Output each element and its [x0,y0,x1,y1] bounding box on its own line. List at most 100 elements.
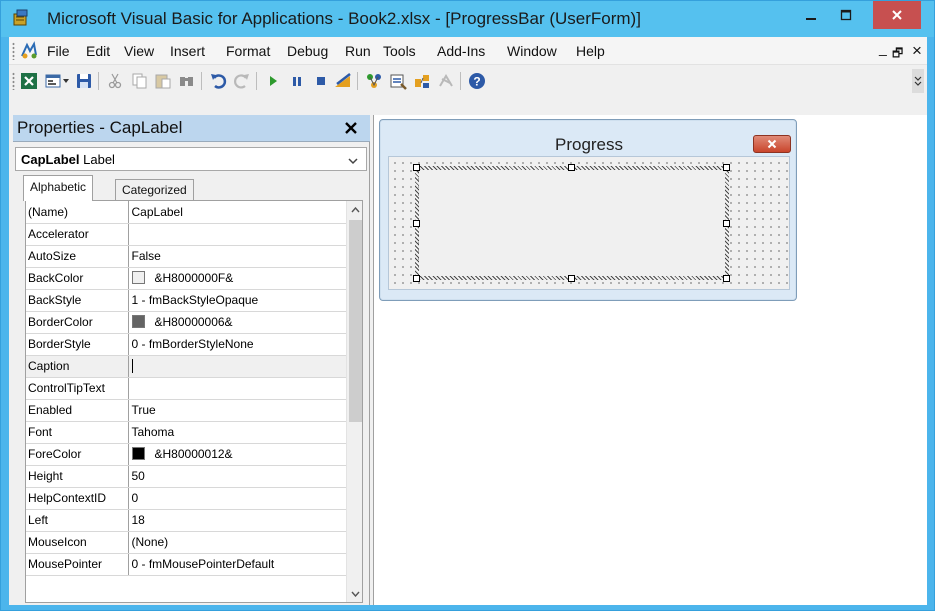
redo-icon[interactable] [231,70,253,92]
property-row[interactable]: Height 50 [26,465,346,488]
run-icon[interactable] [262,70,284,92]
property-value[interactable]: 0 [128,487,346,510]
property-row[interactable]: Font Tahoma [26,421,346,444]
dropdown-arrow-icon[interactable] [61,70,71,92]
find-icon[interactable] [176,70,198,92]
cut-icon[interactable] [104,70,126,92]
reset-icon[interactable] [310,70,332,92]
property-value[interactable] [128,223,346,246]
property-value[interactable]: (None) [128,531,346,554]
property-value-text: Tahoma [131,425,175,439]
properties-close-icon[interactable] [340,117,362,139]
property-row[interactable]: Enabled True [26,399,346,422]
undo-icon[interactable] [207,70,229,92]
properties-window-icon[interactable] [387,70,409,92]
property-value[interactable]: False [128,245,346,268]
property-value[interactable]: 50 [128,465,346,488]
resize-handle-ne[interactable] [723,164,730,171]
property-value[interactable]: &H80000012& [128,443,346,466]
property-row[interactable]: BorderColor &H80000006& [26,311,346,334]
toolbar-grip[interactable] [12,72,15,90]
menu-file[interactable]: File [47,43,70,59]
resize-handle-n[interactable] [568,164,575,171]
design-mode-icon[interactable] [332,70,354,92]
mdi-minimize-button[interactable]: _ [879,40,887,56]
menu-help[interactable]: Help [576,43,605,59]
close-button[interactable] [873,1,921,29]
tab-alphabetic[interactable]: Alphabetic [23,175,94,201]
object-browser-icon[interactable] [411,70,433,92]
toolbar-overflow-icon[interactable] [912,69,924,93]
menu-run[interactable]: Run [345,43,371,59]
mdi-close-button[interactable]: × [912,41,922,61]
menu-tools[interactable]: Tools [383,43,416,59]
property-row[interactable]: Left 18 [26,509,346,532]
scrollbar-thumb[interactable] [349,220,362,422]
resize-handle-sw[interactable] [413,275,420,282]
property-row[interactable]: Accelerator [26,223,346,246]
resize-handle-nw[interactable] [413,164,420,171]
menu-insert[interactable]: Insert [170,43,205,59]
property-row[interactable]: MousePointer 0 - fmMousePointerDefault [26,553,346,576]
help-icon[interactable]: ? [466,70,488,92]
toolbox-icon[interactable] [435,70,457,92]
property-row[interactable]: ForeColor &H80000012& [26,443,346,466]
scroll-up-icon[interactable] [347,201,362,218]
property-value[interactable]: 0 - fmBorderStyleNone [128,333,346,356]
paste-icon[interactable] [152,70,174,92]
menu-format[interactable]: Format [226,43,270,59]
menubar-grip[interactable] [12,42,15,60]
menu-add-ins[interactable]: Add-Ins [437,43,485,59]
property-value[interactable] [128,355,346,378]
chevron-down-icon[interactable] [348,154,358,169]
resize-handle-w[interactable] [413,220,420,227]
mdi-restore-button[interactable]: 🗗 [892,44,903,65]
property-row[interactable]: ControlTipText [26,377,346,400]
userform-progress[interactable]: Progress [379,119,797,301]
userform-designer: Progress [373,115,927,605]
property-value[interactable]: True [128,399,346,422]
property-value[interactable]: Tahoma [128,421,346,444]
maximize-button[interactable] [831,1,861,29]
property-value[interactable]: &H80000006& [128,311,346,334]
menu-edit[interactable]: Edit [86,43,110,59]
property-grid-scrollbar[interactable] [346,201,362,602]
vba-editor-window: Microsoft Visual Basic for Applications … [0,0,935,611]
color-swatch [131,447,145,460]
project-explorer-icon[interactable] [363,70,385,92]
property-row[interactable]: (Name) CapLabel [26,201,346,224]
property-name: MouseIcon [26,531,129,554]
object-selector[interactable]: CapLabel Label [15,147,367,171]
property-row[interactable]: BackColor &H8000000F& [26,267,346,290]
property-row[interactable]: BackStyle 1 - fmBackStyleOpaque [26,289,346,312]
property-value[interactable]: 18 [128,509,346,532]
userform-body-grid[interactable] [388,156,790,290]
scroll-down-icon[interactable] [347,585,362,602]
tab-categorized[interactable]: Categorized [115,179,194,201]
resize-handle-s[interactable] [568,275,575,282]
excel-view-icon[interactable] [18,70,40,92]
menu-window[interactable]: Window [507,43,557,59]
property-row[interactable]: BorderStyle 0 - fmBorderStyleNone [26,333,346,356]
property-row[interactable]: MouseIcon (None) [26,531,346,554]
resize-handle-e[interactable] [723,220,730,227]
property-value[interactable]: CapLabel [128,201,346,224]
minimize-button[interactable] [796,1,826,29]
menu-view[interactable]: View [124,43,154,59]
userform-window-icon[interactable] [19,41,39,61]
property-row[interactable]: HelpContextID 0 [26,487,346,510]
property-value[interactable] [128,377,346,400]
property-value-text: 0 [131,491,139,505]
property-value[interactable]: 1 - fmBackStyleOpaque [128,289,346,312]
menu-debug[interactable]: Debug [287,43,328,59]
property-value[interactable]: 0 - fmMousePointerDefault [128,553,346,576]
property-row[interactable]: AutoSize False [26,245,346,268]
break-icon[interactable] [286,70,308,92]
property-value[interactable]: &H8000000F& [128,267,346,290]
copy-icon[interactable] [128,70,150,92]
property-row[interactable]: Caption [26,355,346,378]
save-icon[interactable] [73,70,95,92]
properties-tabs: Alphabetic Categorized [15,175,367,201]
resize-handle-se[interactable] [723,275,730,282]
caplabel-control[interactable] [419,170,725,276]
